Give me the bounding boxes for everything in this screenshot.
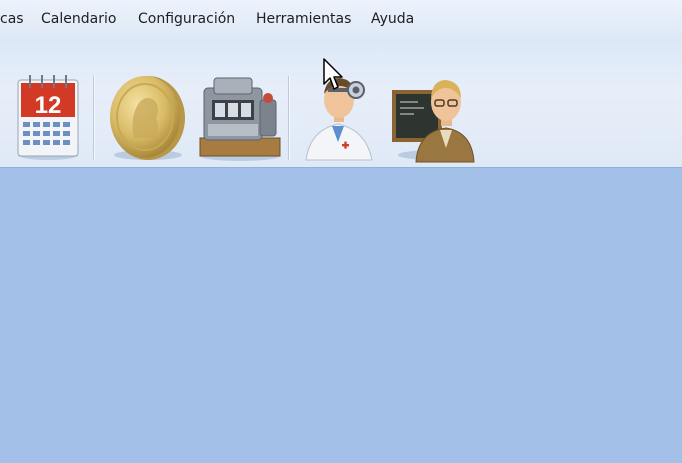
calendar-icon: 12	[17, 75, 79, 160]
menu-bar: cas Calendario Configuración Herramienta…	[0, 0, 682, 39]
mouse-cursor-icon	[323, 58, 343, 90]
cash-register-button[interactable]	[194, 38, 284, 167]
menu-item-ayuda[interactable]: Ayuda	[371, 11, 414, 28]
coin-button[interactable]	[104, 38, 188, 167]
workspace-area[interactable]	[0, 168, 682, 463]
menu-item-calendario[interactable]: Calendario	[41, 11, 116, 28]
toolbar-separator	[93, 76, 95, 160]
menu-item-herramientas[interactable]: Herramientas	[256, 11, 351, 28]
cash-register-icon	[199, 77, 281, 161]
gold-coin-icon	[110, 76, 185, 160]
menu-item-configuracion[interactable]: Configuración	[138, 11, 235, 28]
teacher-button[interactable]	[388, 38, 480, 167]
calendar-day: 12	[35, 92, 62, 119]
menu-item-cas[interactable]: cas	[0, 11, 24, 28]
teacher-icon	[392, 80, 475, 163]
toolbar-separator	[288, 76, 290, 160]
calendar-button[interactable]: 12	[8, 38, 82, 167]
